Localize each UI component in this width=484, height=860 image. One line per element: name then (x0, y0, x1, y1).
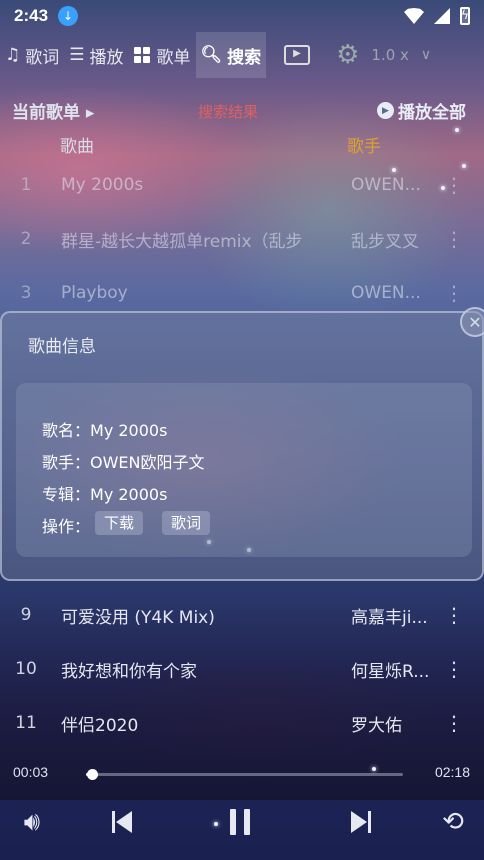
song-index: 9 (20, 605, 32, 625)
song-artist: 何星烁R... (351, 661, 430, 682)
info-value: My 2000s (90, 421, 168, 440)
total-time: 02:18 (434, 764, 470, 780)
tab-search[interactable]: 🔍︎ 搜索 (195, 32, 267, 78)
song-row[interactable]: 2 群星-越长大越孤单remix（乱步 乱步叉叉 ⋮ (0, 214, 484, 264)
download-icon: ↓ (58, 6, 79, 26)
signal-icon (434, 8, 450, 24)
search-result-label: 搜索结果 (198, 103, 259, 121)
song-row[interactable]: 10 我好想和你有个家 何星烁R... ⋮ (0, 644, 484, 694)
song-title: Playboy (61, 283, 128, 303)
column-artist: 歌手 (347, 137, 381, 157)
info-label: 操作： (42, 517, 91, 536)
tab-lyrics[interactable]: ♫ 歌词 (0, 32, 64, 78)
current-time: 00:03 (13, 764, 49, 780)
song-index: 1 (20, 175, 32, 195)
gear-icon[interactable]: ⚙ (336, 40, 359, 70)
song-index: 11 (15, 713, 37, 733)
status-bar: 2:43 ↓ (0, 0, 484, 32)
grid-icon (133, 47, 150, 63)
song-row[interactable]: 11 伴侣2020 罗大佑 ⋮ (0, 698, 484, 748)
song-index: 10 (15, 659, 37, 679)
info-label: 歌手： (42, 453, 91, 472)
song-info-panel: 歌名：My 2000s 歌手：OWEN欧阳子文 专辑：My 2000s 操作： … (16, 383, 472, 557)
song-title: 群星-越长大越孤单remix（乱步 (61, 231, 303, 252)
song-index: 2 (20, 229, 32, 249)
column-song: 歌曲 (60, 137, 94, 157)
info-value: OWEN欧阳子文 (90, 453, 205, 472)
chevron-down-icon[interactable]: ∨ (421, 47, 431, 63)
next-icon[interactable] (345, 806, 377, 838)
tab-songlists[interactable]: 歌单 (129, 32, 196, 78)
song-artist: OWEN... (351, 283, 421, 303)
more-options-icon[interactable]: ⋮ (444, 227, 464, 251)
music-note-icon: ♫ (5, 45, 21, 65)
info-album: 专辑：My 2000s (42, 481, 167, 505)
status-time: 2:43 (14, 6, 49, 25)
song-artist: 高嘉丰ji... (351, 607, 428, 628)
progress-slider[interactable] (86, 773, 403, 776)
song-title: My 2000s (61, 175, 144, 195)
play-circle-icon: ▶ (377, 102, 394, 119)
tab-label: 播放 (89, 47, 124, 68)
battery-charging-icon (460, 7, 470, 25)
song-row[interactable]: 9 可爱没用 (Y4K Mix) 高嘉丰ji... ⋮ (0, 590, 484, 640)
previous-icon[interactable] (106, 806, 138, 838)
column-header: 歌曲 歌手 (0, 128, 484, 158)
song-artist: 罗大佑 (351, 715, 402, 736)
list-header: 当前歌单 ▸ 搜索结果 ▶ 播放全部 (0, 94, 484, 124)
top-tab-bar: ♫ 歌词 ☰ 播放 歌单 🔍︎ 搜索 ⚙ 1.0 x ∨ (0, 32, 484, 78)
pause-icon[interactable] (224, 806, 256, 838)
song-artist: 乱步叉叉 (351, 231, 419, 252)
list-icon: ☰ (69, 45, 85, 65)
volume-icon[interactable]: 🔊︎ (16, 806, 48, 838)
lyrics-button[interactable]: 歌词 (162, 511, 211, 535)
song-index: 3 (20, 283, 32, 303)
tab-label: 歌词 (25, 47, 60, 68)
search-icon: 🔍︎ (200, 45, 223, 65)
repeat-icon[interactable]: ⟲ (437, 806, 469, 838)
video-icon[interactable] (284, 45, 311, 65)
info-singer: 歌手：OWEN欧阳子文 (42, 449, 205, 473)
download-button[interactable]: 下载 (95, 511, 144, 535)
tab-playlist[interactable]: ☰ 播放 (64, 32, 128, 78)
tab-label: 歌单 (156, 47, 191, 68)
play-all-label: 播放全部 (398, 103, 466, 123)
info-song-name: 歌名：My 2000s (42, 417, 167, 441)
tab-label: 搜索 (227, 47, 262, 68)
song-info-dialog: 歌曲信息 ✕ 歌名：My 2000s 歌手：OWEN欧阳子文 专辑：My 200… (0, 307, 484, 581)
info-label: 专辑： (42, 485, 91, 504)
wifi-icon (404, 8, 424, 24)
chevron-right-icon: ▸ (85, 103, 95, 123)
song-artist: OWEN... (351, 175, 421, 195)
info-value: My 2000s (90, 485, 168, 504)
player-controls: 🔊︎ ⟲ (0, 798, 484, 846)
close-icon[interactable]: ✕ (460, 307, 484, 337)
song-title: 可爱没用 (Y4K Mix) (61, 607, 215, 628)
more-options-icon[interactable]: ⋮ (444, 657, 464, 681)
more-options-icon[interactable]: ⋮ (444, 281, 464, 305)
info-label: 歌名： (42, 421, 91, 440)
current-list-link[interactable]: 当前歌单 ▸ (12, 98, 94, 123)
play-all-button[interactable]: ▶ 播放全部 (377, 98, 466, 123)
more-options-icon[interactable]: ⋮ (444, 173, 464, 197)
more-options-icon[interactable]: ⋮ (444, 603, 464, 627)
song-title: 伴侣2020 (61, 715, 139, 736)
song-row[interactable]: 1 My 2000s OWEN... ⋮ (0, 160, 484, 210)
more-options-icon[interactable]: ⋮ (444, 711, 464, 735)
current-list-label: 当前歌单 (12, 103, 80, 123)
song-title: 我好想和你有个家 (61, 661, 197, 682)
status-icons (404, 7, 470, 25)
progress-thumb[interactable] (87, 769, 99, 780)
dialog-title: 歌曲信息 (28, 337, 96, 357)
playback-speed[interactable]: 1.0 x (371, 46, 409, 64)
progress-row: 00:03 02:18 (0, 762, 484, 786)
info-actions: 操作： (42, 513, 90, 537)
